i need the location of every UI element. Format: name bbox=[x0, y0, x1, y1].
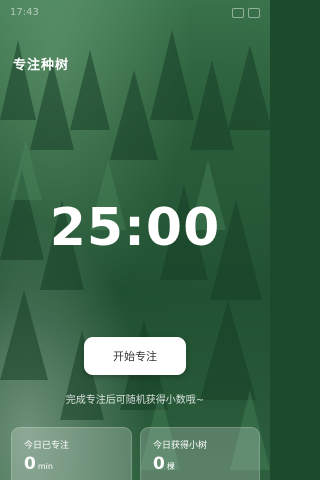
today-focus-unit: min bbox=[37, 462, 53, 471]
status-time: 17:43 bbox=[10, 7, 39, 18]
today-focus-number: 0 bbox=[24, 454, 36, 474]
signal-icon bbox=[232, 8, 244, 18]
page-title: 专注种树 bbox=[13, 58, 70, 73]
start-focus-button[interactable]: 开始专注 bbox=[84, 337, 186, 375]
reward-hint: 完成专注后可随机获得小数哦~ bbox=[65, 395, 205, 406]
status-icons bbox=[232, 8, 260, 18]
today-trees-number: 0 bbox=[153, 454, 165, 474]
today-focus-label: 今日已专注 bbox=[24, 441, 70, 451]
today-trees-value: 0棵 bbox=[153, 454, 175, 474]
battery-icon bbox=[248, 8, 260, 18]
status-bar: 17:43 bbox=[0, 0, 270, 28]
today-trees-label: 今日获得小树 bbox=[153, 441, 208, 451]
today-focus-card: 今日已专注 0 min bbox=[11, 427, 132, 480]
today-trees-unit: 棵 bbox=[166, 462, 175, 471]
today-trees-card: 今日获得小树 0棵 bbox=[140, 427, 260, 480]
countdown-timer: 25:00 bbox=[49, 198, 221, 258]
today-focus-value: 0 min bbox=[24, 454, 53, 474]
